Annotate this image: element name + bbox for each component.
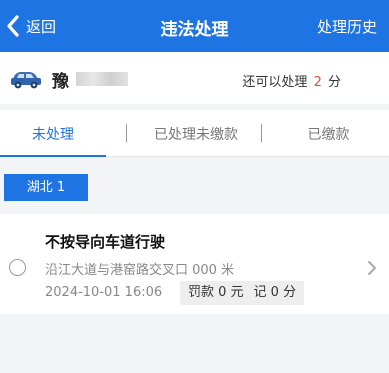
violation-time: 2024-10-01 16:06 (45, 285, 163, 300)
status-tabs: 未处理 已处理未缴款 已缴款 (0, 110, 389, 157)
penalty-summary: 罚款 0 元记 0 分 (180, 281, 305, 305)
history-button[interactable]: 处理历史 (317, 16, 377, 37)
header-bar: 返回 违法处理 处理历史 (0, 0, 389, 52)
plate-redaction (76, 72, 128, 86)
active-tab-indicator (0, 155, 106, 157)
vehicle-row: 豫 还可以处理 2 分 (0, 52, 389, 104)
tab-divider (126, 124, 127, 142)
tab-divider (261, 124, 262, 142)
tab-unprocessed[interactable]: 未处理 (0, 124, 106, 144)
license-plate: 豫 (52, 72, 69, 92)
violation-location: 沿江大道与港窑路交叉口 000 米 (45, 263, 235, 278)
tab-paid[interactable]: 已缴款 (268, 124, 389, 144)
penalty-points: 记 0 分 (253, 285, 297, 300)
quota-prefix: 还可以处理 (242, 75, 308, 90)
car-icon (10, 66, 42, 94)
violation-card[interactable]: 不按导向车道行驶 沿江大道与港窑路交叉口 000 米 2024-10-01 16… (0, 214, 389, 314)
chevron-right-icon[interactable] (367, 260, 377, 280)
quota-count: 2 (313, 75, 322, 90)
region-badge: 湖北 1 (4, 174, 88, 201)
points-quota: 还可以处理 2 分 (242, 71, 341, 90)
quota-unit: 分 (327, 75, 341, 90)
violation-title: 不按导向车道行驶 (45, 233, 166, 251)
fine-amount: 罚款 0 元 (188, 285, 244, 300)
select-radio[interactable] (9, 259, 26, 276)
tab-processed-unpaid[interactable]: 已处理未缴款 (132, 124, 260, 144)
